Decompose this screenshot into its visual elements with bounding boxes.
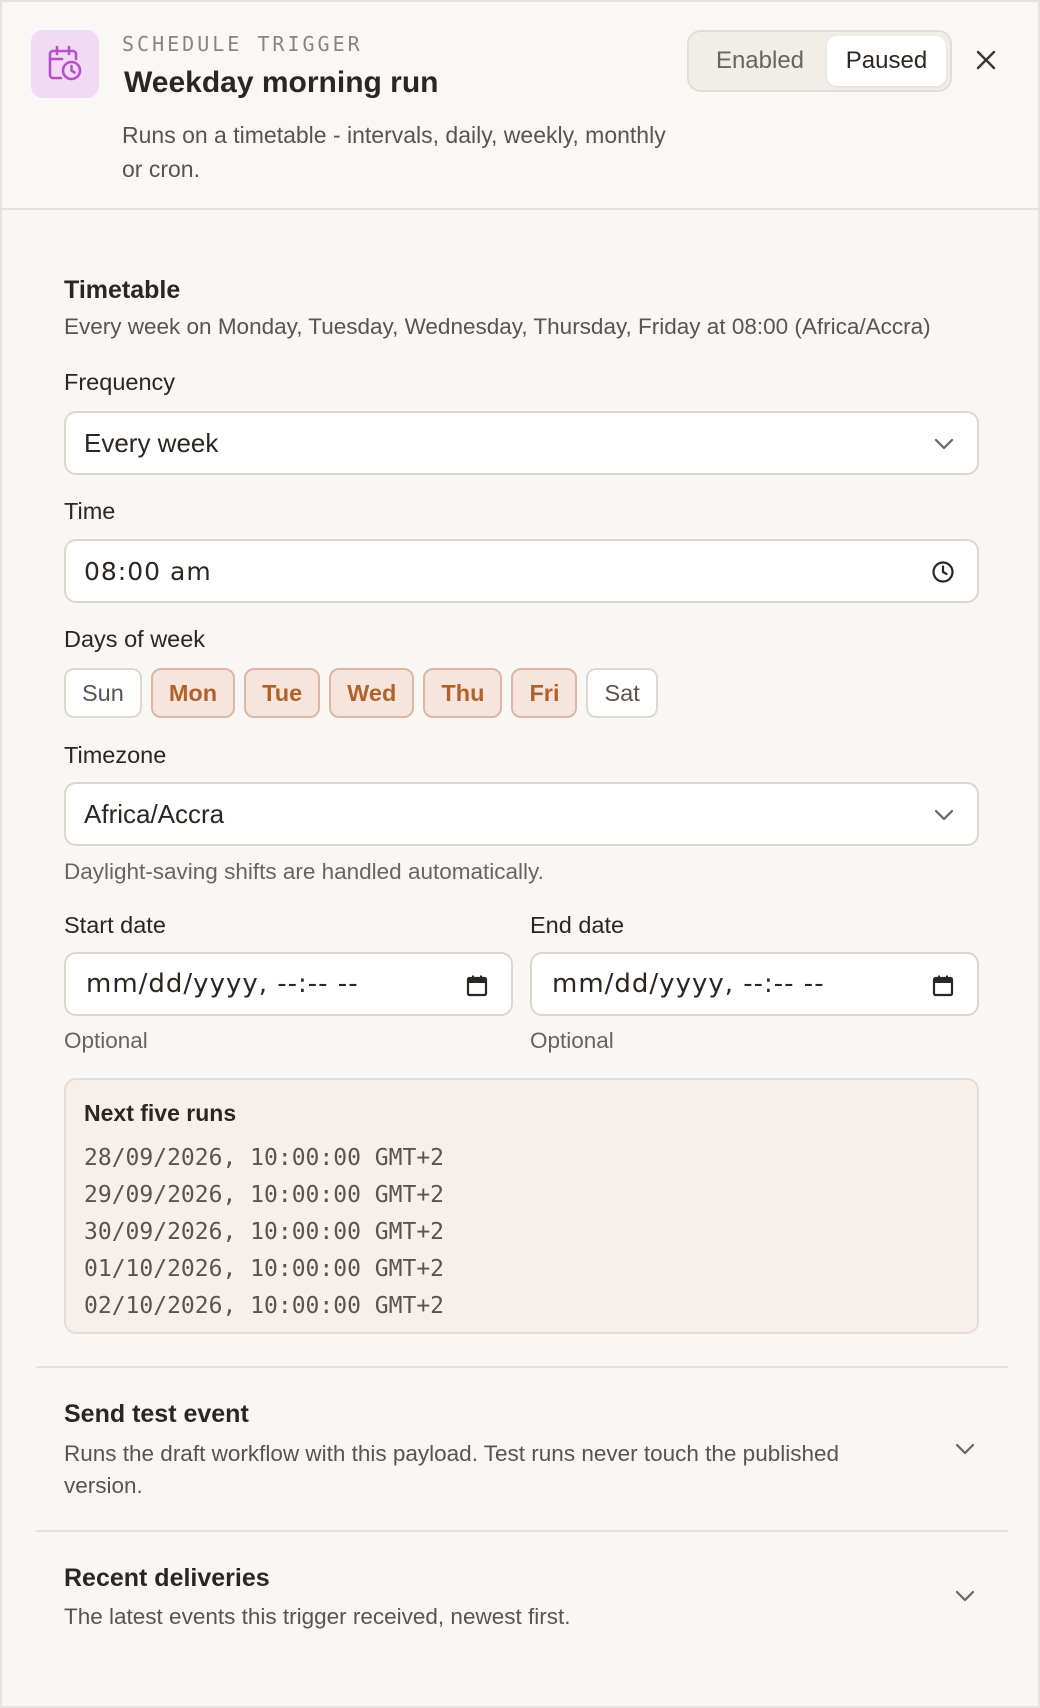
next-runs-title: Next five runs xyxy=(84,1100,237,1126)
day-sat[interactable]: Sat xyxy=(586,668,658,718)
days-of-week-group: Sun Mon Tue Wed Thu Fri Sat xyxy=(64,668,658,718)
day-sun[interactable]: Sun xyxy=(64,668,142,718)
end-date-placeholder: mm/dd/yyyy, --:-- -- xyxy=(552,969,825,999)
timetable-summary: Every week on Monday, Tuesday, Wednesday… xyxy=(64,314,931,339)
timezone-select[interactable]: Africa/Accra xyxy=(64,782,979,846)
clock-icon[interactable] xyxy=(931,560,955,584)
end-date-label: End date xyxy=(530,912,625,938)
day-mon[interactable]: Mon xyxy=(150,668,236,718)
recent-deliveries-description: The latest events this trigger received,… xyxy=(64,1604,571,1629)
schedule-trigger-panel: SCHEDULE TRIGGER Weekday morning run Run… xyxy=(0,0,1040,1708)
calendar-clock-icon xyxy=(31,30,99,98)
start-date-placeholder: mm/dd/yyyy, --:-- -- xyxy=(86,969,359,999)
trigger-title: Weekday morning run xyxy=(124,66,439,99)
timezone-label: Timezone xyxy=(64,742,167,768)
next-run-item: 02/10/2026, 10:00:00 GMT+2 xyxy=(84,1293,445,1319)
end-date-hint: Optional xyxy=(530,1028,614,1053)
timezone-hint: Daylight-saving shifts are handled autom… xyxy=(64,859,544,884)
time-input[interactable]: 08:00 am xyxy=(64,539,979,603)
day-thu[interactable]: Thu xyxy=(423,668,503,718)
next-run-item: 01/10/2026, 10:00:00 GMT+2 xyxy=(84,1256,445,1282)
next-runs-box: Next five runs 28/09/2026, 10:00:00 GMT+… xyxy=(64,1078,979,1334)
chevron-down-icon[interactable] xyxy=(954,1438,976,1460)
timetable-heading: Timetable xyxy=(64,276,181,304)
next-run-item: 28/09/2026, 10:00:00 GMT+2 xyxy=(84,1145,445,1171)
day-wed[interactable]: Wed xyxy=(329,668,415,718)
start-date-input[interactable]: mm/dd/yyyy, --:-- -- xyxy=(64,952,513,1016)
calendar-icon[interactable] xyxy=(931,974,955,998)
send-test-event-description: Runs the draft workflow with this payloa… xyxy=(64,1441,840,1498)
next-run-item: 29/09/2026, 10:00:00 GMT+2 xyxy=(84,1182,445,1208)
chevron-down-icon[interactable] xyxy=(954,1585,976,1607)
day-fri[interactable]: Fri xyxy=(511,668,578,718)
section-divider xyxy=(36,1366,1008,1368)
section-divider xyxy=(36,1530,1008,1532)
chevron-down-icon xyxy=(934,438,954,450)
chevron-down-icon xyxy=(934,809,954,821)
calendar-icon[interactable] xyxy=(465,974,489,998)
end-date-input[interactable]: mm/dd/yyyy, --:-- -- xyxy=(530,952,979,1016)
timezone-value: Africa/Accra xyxy=(84,798,225,829)
toggle-paused-option[interactable]: Paused xyxy=(827,36,946,86)
day-tue[interactable]: Tue xyxy=(244,668,321,718)
start-date-label: Start date xyxy=(64,912,166,938)
start-date-hint: Optional xyxy=(64,1028,148,1053)
next-run-item: 30/09/2026, 10:00:00 GMT+2 xyxy=(84,1219,445,1245)
frequency-select[interactable]: Every week xyxy=(64,411,979,475)
frequency-value: Every week xyxy=(84,427,219,458)
enabled-paused-toggle: Enabled Paused xyxy=(687,30,952,92)
recent-deliveries-heading[interactable]: Recent deliveries xyxy=(64,1564,270,1593)
close-button[interactable] xyxy=(968,42,1004,78)
toggle-enabled-option[interactable]: Enabled xyxy=(693,36,827,86)
trigger-description: Runs on a timetable - intervals, daily, … xyxy=(122,122,666,182)
panel-header: SCHEDULE TRIGGER Weekday morning run Run… xyxy=(2,2,1038,210)
frequency-label: Frequency xyxy=(64,369,176,395)
close-icon xyxy=(976,50,996,70)
time-label: Time xyxy=(64,498,116,524)
time-value: 08:00 am xyxy=(84,556,212,586)
send-test-event-heading[interactable]: Send test event xyxy=(64,1400,249,1429)
trigger-type-label: SCHEDULE TRIGGER xyxy=(122,32,363,56)
next-runs-list: 28/09/2026, 10:00:00 GMT+2 29/09/2026, 1… xyxy=(84,1140,444,1325)
days-of-week-label: Days of week xyxy=(64,626,206,652)
